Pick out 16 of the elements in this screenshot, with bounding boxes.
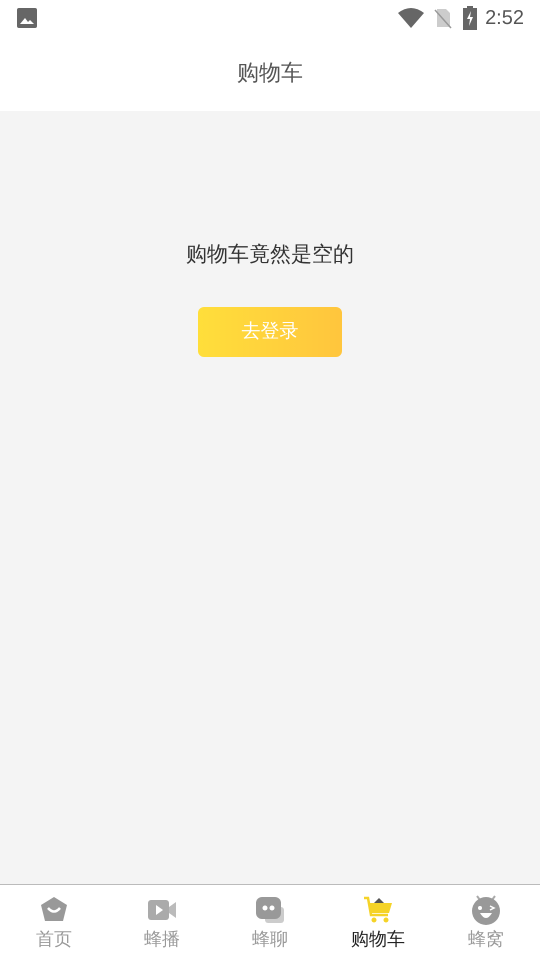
empty-message: 购物车竟然是空的	[186, 241, 354, 268]
image-icon	[16, 7, 38, 29]
tab[interactable]: 蜂聊	[216, 885, 324, 960]
tab[interactable]: 蜂播	[108, 885, 216, 960]
status-time: 2:52	[485, 6, 524, 31]
face-icon	[471, 895, 501, 925]
battery-charging-icon	[463, 6, 478, 30]
login-button[interactable]: 去登录	[198, 306, 342, 356]
tab[interactable]: 购物车	[324, 885, 432, 960]
tab[interactable]: 蜂窝	[432, 885, 540, 960]
chat-bubble-icon	[255, 895, 285, 925]
tab[interactable]: 首页	[0, 885, 108, 960]
wifi-icon	[397, 7, 426, 29]
cart-icon	[363, 895, 393, 925]
no-sim-icon	[433, 7, 454, 29]
page-title: 购物车	[237, 60, 303, 88]
